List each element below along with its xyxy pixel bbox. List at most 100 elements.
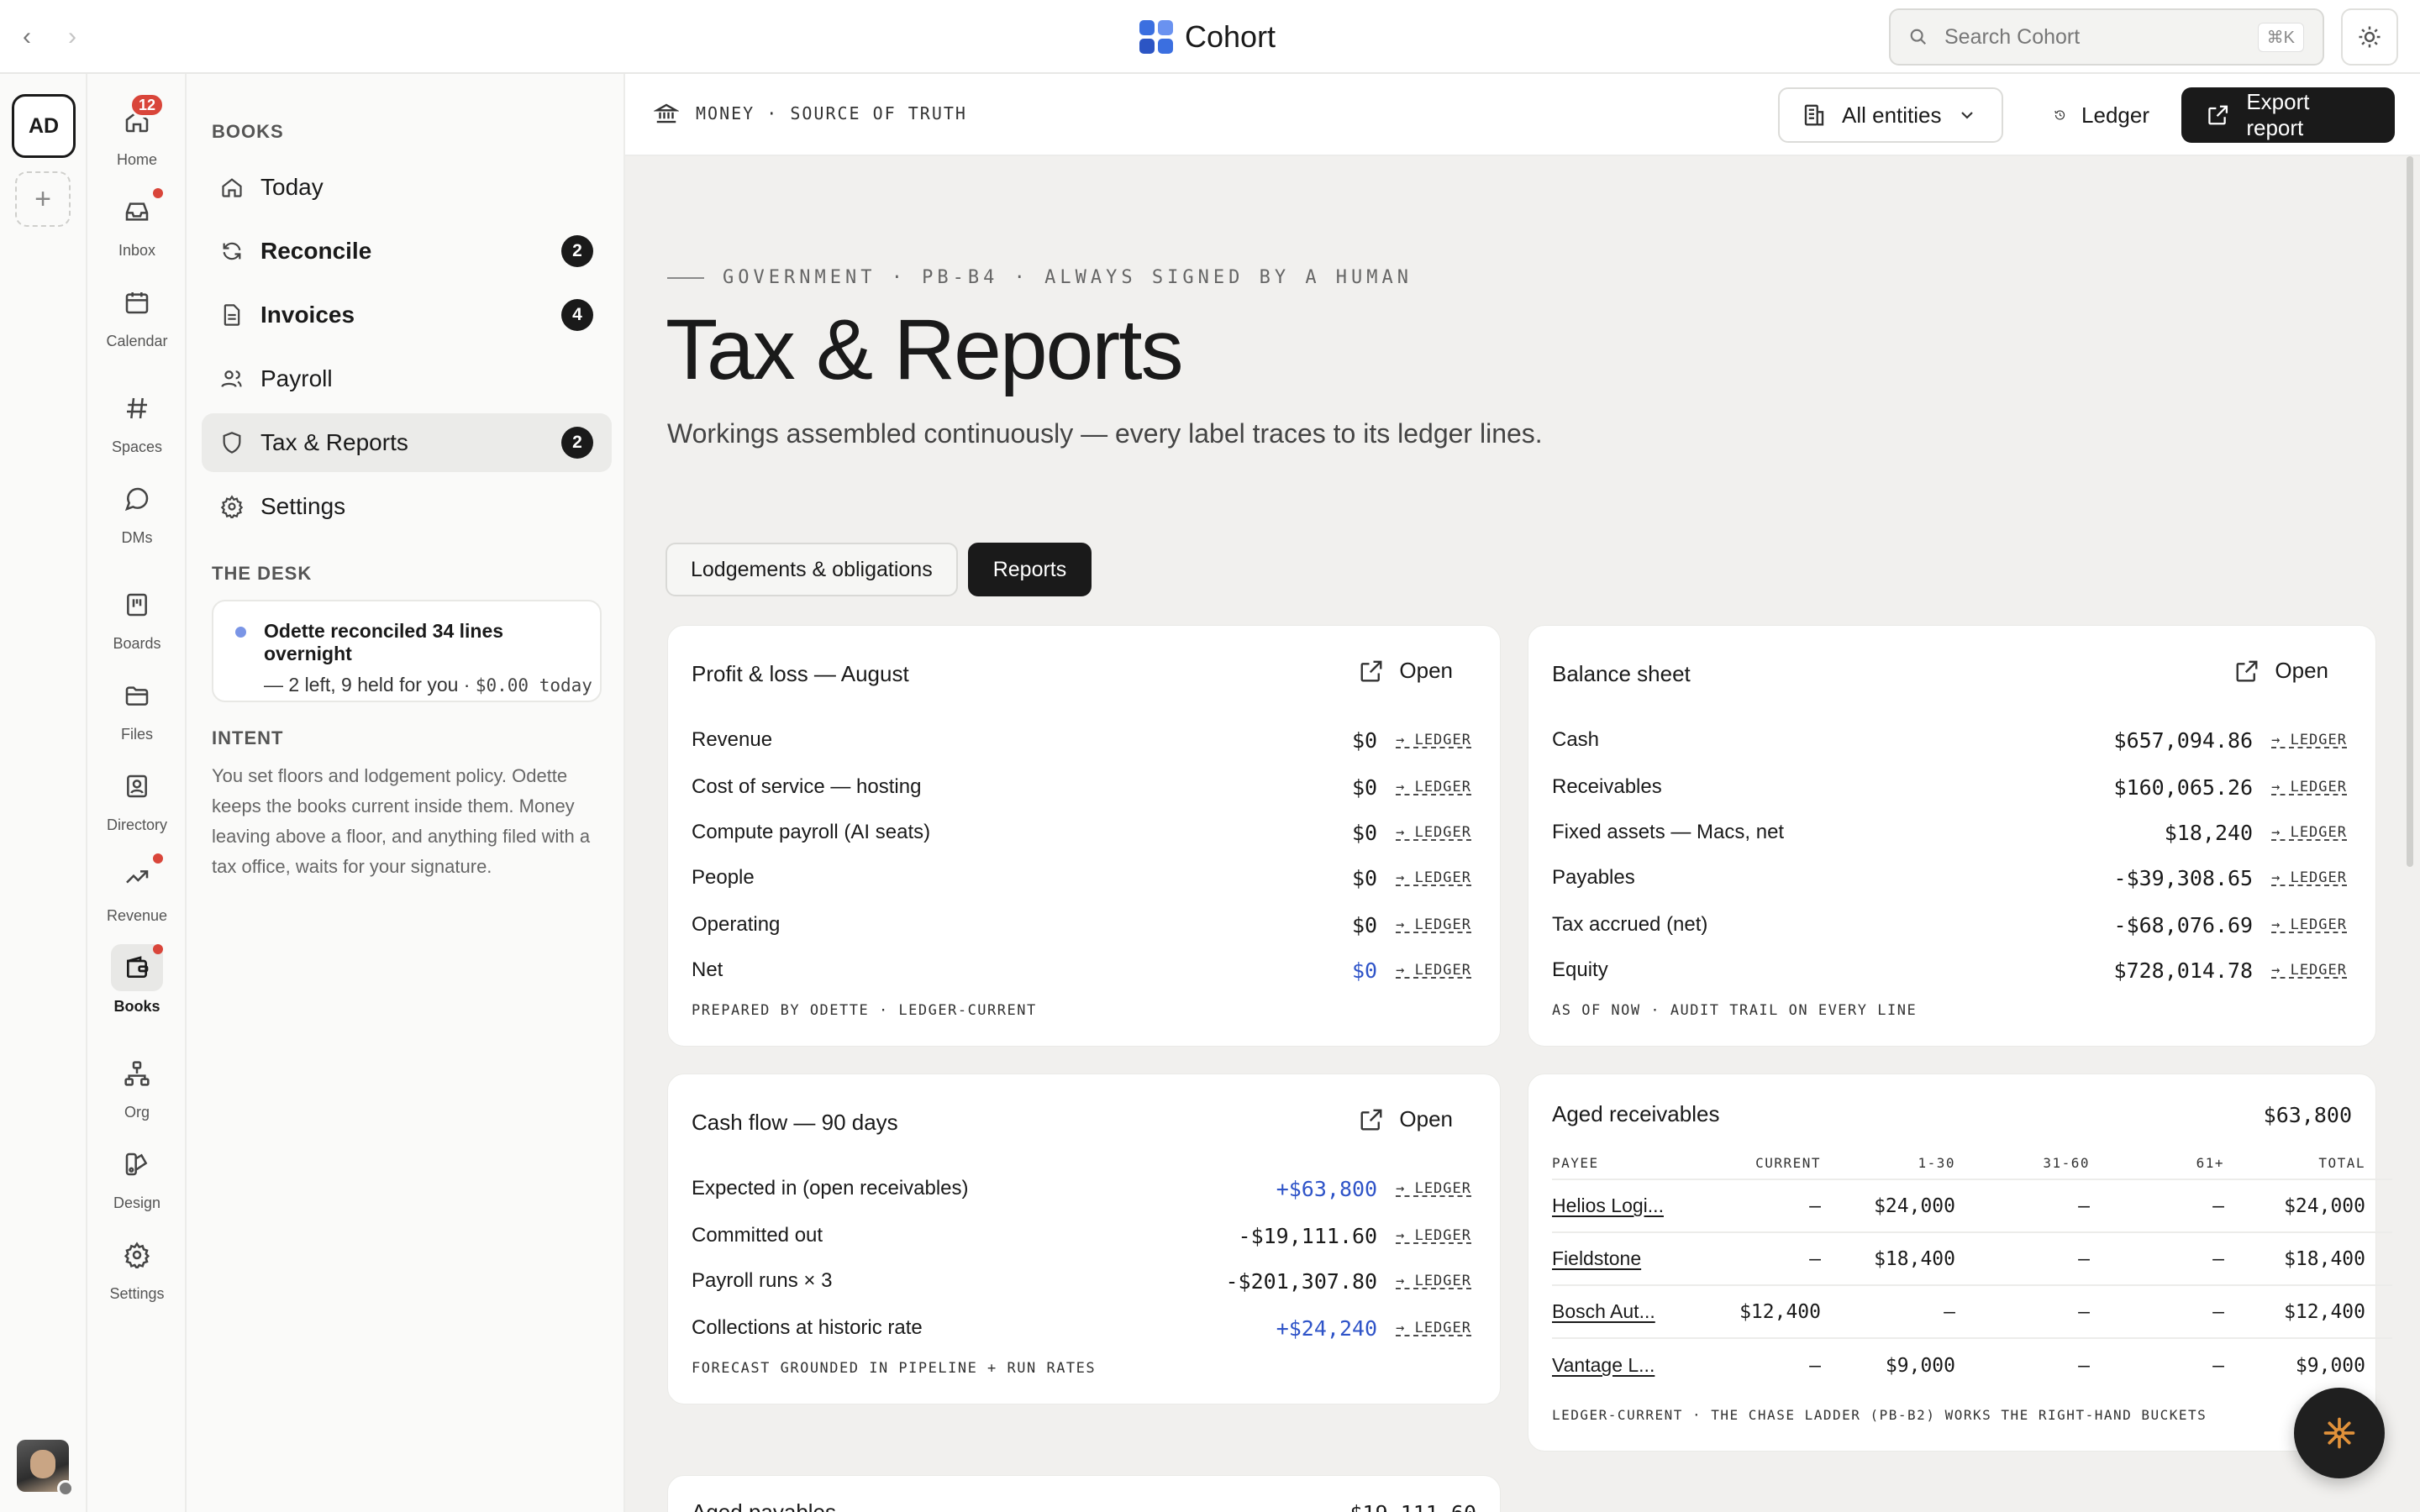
wallet-icon <box>127 956 149 978</box>
sidebar-item-today[interactable]: Today <box>202 158 612 217</box>
open-button[interactable]: Open <box>1359 1106 1453 1132</box>
table-cell: — <box>2212 1354 2224 1377</box>
report-row: Equity $728,014.78 → LEDGER <box>1552 953 2347 987</box>
add-workspace-button[interactable]: + <box>15 171 71 227</box>
app-nav-design[interactable]: Design <box>87 1141 187 1212</box>
search-box[interactable]: ⌘K <box>1889 8 2324 66</box>
app-nav-boards[interactable]: Boards <box>87 581 187 653</box>
chat-bubble-icon <box>124 487 149 512</box>
theme-toggle-button[interactable] <box>2341 8 2398 66</box>
search-shortcut-hint: ⌘K <box>2257 22 2304 52</box>
app-nav-label: Boards <box>113 635 161 652</box>
ledger-link[interactable]: → LEDGER <box>2271 732 2347 748</box>
ledger-link[interactable]: → LEDGER <box>1396 869 1471 886</box>
sidebar-item-payroll[interactable]: Payroll <box>202 349 612 408</box>
row-amount: $728,014.78 <box>2113 958 2254 983</box>
report-row: Committed out -$19,111.60 → LEDGER <box>692 1219 1471 1252</box>
ledger-link[interactable]: → LEDGER <box>2271 869 2347 886</box>
tab-lodgements[interactable]: Lodgements & obligations <box>666 543 958 596</box>
ledger-link[interactable]: → LEDGER <box>1396 1320 1471 1336</box>
report-row: Compute payroll (AI seats) $0 → LEDGER <box>692 816 1471 849</box>
card-title: Balance sheet <box>1552 661 1691 686</box>
assistant-fab-button[interactable] <box>2294 1388 2385 1478</box>
external-link-icon <box>2208 105 2228 125</box>
sidebar-item-label: Payroll <box>260 365 333 391</box>
table-cell: $18,400 <box>1874 1247 1955 1270</box>
app-nav-calendar[interactable]: Calendar <box>87 279 187 350</box>
desk-activity-card[interactable]: Odette reconciled 34 lines overnight — 2… <box>212 600 602 702</box>
unread-dot <box>153 188 163 198</box>
ledger-link[interactable]: → LEDGER <box>1396 779 1471 795</box>
forward-arrow-icon[interactable]: › <box>57 22 87 52</box>
column-header: PAYEE <box>1552 1154 1599 1171</box>
app-nav-inbox[interactable]: Inbox <box>87 188 187 260</box>
app-nav-directory[interactable]: Directory <box>87 763 187 834</box>
shield-icon <box>223 432 241 454</box>
row-amount: $0 <box>1352 820 1378 845</box>
row-label: Equity <box>1552 958 1608 981</box>
sidebar-item-invoices[interactable]: Invoices 4 <box>202 286 612 344</box>
back-arrow-icon[interactable]: ‹ <box>12 22 42 52</box>
ledger-link[interactable]: → LEDGER <box>2271 779 2347 795</box>
entity-selector[interactable]: All entities <box>1778 87 2003 143</box>
app-nav-label: Files <box>120 726 153 743</box>
app-nav-spaces[interactable]: Spaces <box>87 385 187 456</box>
table-cell: $9,000 <box>2295 1354 2365 1377</box>
ledger-button[interactable]: Ledger <box>2039 87 2165 143</box>
row-amount: $0 <box>1352 865 1378 890</box>
open-button[interactable]: Open <box>2234 658 2328 684</box>
sidebar-item-reconcile[interactable]: Reconcile 2 <box>202 222 612 281</box>
row-amount: -$201,307.80 <box>1225 1268 1378 1294</box>
ledger-link[interactable]: → LEDGER <box>2271 916 2347 933</box>
app-nav-books[interactable]: Books <box>87 944 187 1016</box>
sidebar-item-label: Reconcile <box>260 238 372 264</box>
ledger-link[interactable]: → LEDGER <box>2271 962 2347 979</box>
ledger-link[interactable]: → LEDGER <box>1396 1180 1471 1197</box>
ledger-link[interactable]: → LEDGER <box>1396 1273 1471 1289</box>
tab-reports[interactable]: Reports <box>967 543 1092 596</box>
app-nav-settings[interactable]: Settings <box>87 1231 187 1303</box>
desk-amount: $0.00 today <box>475 675 592 696</box>
page-eyebrow: GOVERNMENT · PB-B4 · ALWAYS SIGNED BY A … <box>667 267 1413 288</box>
brand[interactable]: Cohort <box>1139 17 1276 57</box>
ledger-link[interactable]: → LEDGER <box>1396 824 1471 841</box>
sidebar-item-settings[interactable]: Settings <box>202 477 612 536</box>
app-nav-label: Org <box>124 1104 150 1121</box>
card-footer: LEDGER-CURRENT · THE CHASE LADDER (PB-B2… <box>1552 1407 2207 1423</box>
app-nav-org-icon-wrap <box>111 1050 163 1097</box>
table-cell: $9,000 <box>1885 1354 1955 1377</box>
export-report-label: Export report <box>2246 89 2310 140</box>
payee-link[interactable]: Helios Logi... <box>1552 1194 1712 1217</box>
payables-total: $19,111.60 <box>1349 1501 1476 1512</box>
payee-link[interactable]: Fieldstone <box>1552 1247 1712 1270</box>
app-nav-label: DMs <box>121 529 153 546</box>
ledger-link[interactable]: → LEDGER <box>1396 916 1471 933</box>
app-nav-org[interactable]: Org <box>87 1050 187 1121</box>
app-nav-design-icon-wrap <box>111 1141 163 1188</box>
app-nav-files[interactable]: Files <box>87 672 187 743</box>
desk-headline: Odette reconciled 34 lines overnight <box>264 620 504 664</box>
table-cell: — <box>2212 1300 2224 1323</box>
ledger-link[interactable]: → LEDGER <box>1396 732 1471 748</box>
search-input[interactable] <box>1944 24 2258 50</box>
scrollbar[interactable] <box>2407 156 2413 867</box>
export-report-button[interactable]: Export report <box>2181 87 2395 143</box>
app-nav-label: Settings <box>109 1285 165 1302</box>
brand-name: Cohort <box>1185 19 1276 54</box>
payee-link[interactable]: Vantage L... <box>1552 1354 1712 1377</box>
ledger-link[interactable]: → LEDGER <box>1396 962 1471 979</box>
payee-link[interactable]: Bosch Aut... <box>1552 1300 1712 1323</box>
user-avatar[interactable] <box>17 1440 74 1497</box>
tab-bar: Lodgements & obligations Reports <box>666 543 1092 596</box>
app-nav-home[interactable]: 12 Home <box>87 92 187 169</box>
workspace-avatar[interactable]: AD <box>12 94 76 158</box>
report-row: Payables -$39,308.65 → LEDGER <box>1552 861 2347 895</box>
aged-receivables-table: PAYEE CURRENT 1-30 31-60 61+ TOTAL Helio… <box>1552 1147 2392 1392</box>
ledger-link[interactable]: → LEDGER <box>2271 824 2347 841</box>
ledger-link[interactable]: → LEDGER <box>1396 1227 1471 1244</box>
sidebar-item-tax-reports[interactable]: Tax & Reports 2 <box>202 413 612 472</box>
cohort-logo-icon <box>1139 20 1173 54</box>
app-nav-revenue[interactable]: Revenue <box>87 853 187 925</box>
open-button[interactable]: Open <box>1359 658 1453 684</box>
app-nav-dms[interactable]: DMs <box>87 475 187 547</box>
